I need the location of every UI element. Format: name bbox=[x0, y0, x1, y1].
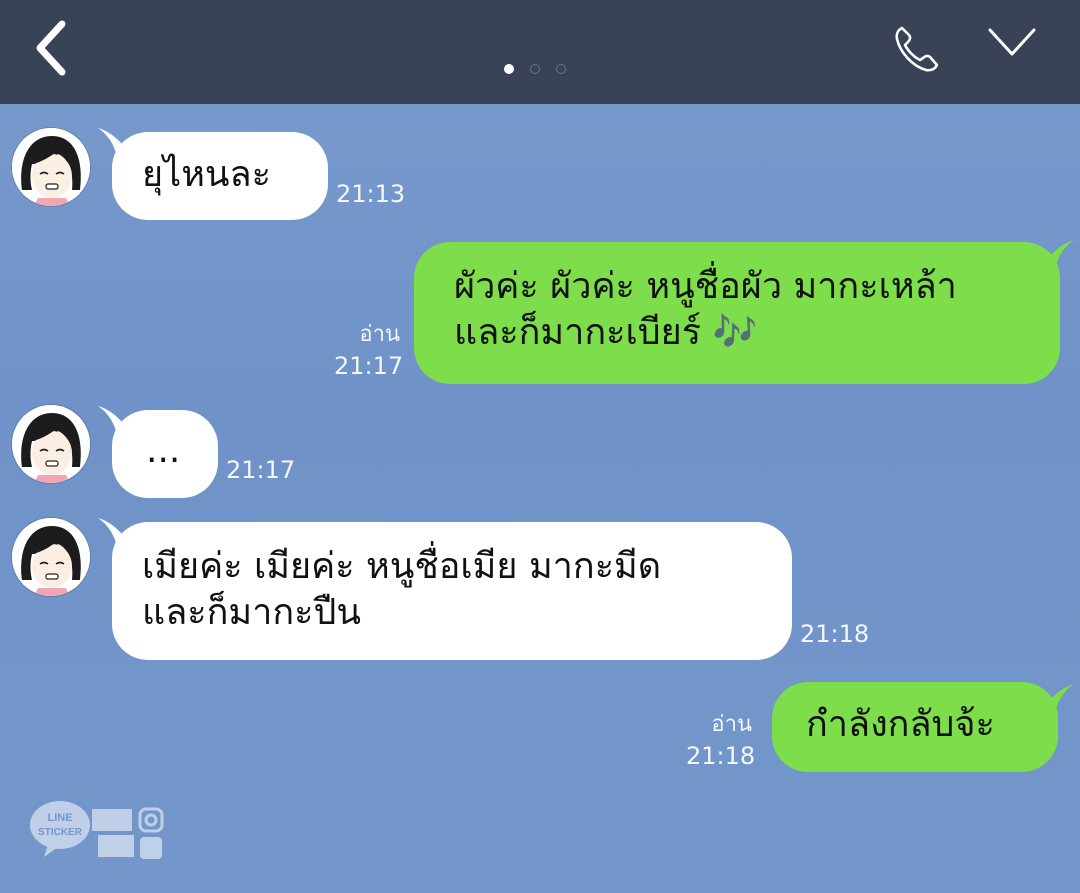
message-time: 21:17 bbox=[334, 352, 404, 380]
message-time: 21:17 bbox=[226, 456, 296, 484]
message-time: 21:18 bbox=[686, 742, 756, 770]
message-text: กำลังกลับจ้ะ bbox=[806, 704, 995, 745]
chevron-down-icon[interactable] bbox=[986, 24, 1038, 60]
avatar-face-icon bbox=[12, 405, 90, 483]
message-text: เมียค่ะ เมียค่ะ หนูชื่อเมีย มากะมีด และก… bbox=[142, 546, 662, 633]
chat-header bbox=[0, 0, 1080, 104]
bubble-tail bbox=[1040, 684, 1074, 724]
read-receipt: อ่าน bbox=[711, 712, 752, 737]
svg-text:LINE: LINE bbox=[47, 812, 72, 824]
message-bubble-outgoing[interactable]: ผัวค่ะ ผัวค่ะ หนูชื่อผัว มากะเหล้า และก็… bbox=[414, 242, 1060, 384]
contact-avatar[interactable] bbox=[12, 518, 90, 596]
contact-avatar[interactable] bbox=[12, 405, 90, 483]
read-receipt: อ่าน bbox=[359, 322, 400, 347]
message-text: ยุไหนละ bbox=[142, 154, 271, 195]
avatar-face-icon bbox=[12, 518, 90, 596]
message-time: 21:18 bbox=[800, 620, 870, 648]
message-time: 21:13 bbox=[336, 180, 406, 208]
page-dot bbox=[530, 64, 540, 74]
message-bubble-incoming[interactable]: ยุไหนละ bbox=[112, 132, 328, 220]
back-arrow-icon[interactable] bbox=[30, 18, 74, 78]
message-bubble-outgoing[interactable]: กำลังกลับจ้ะ bbox=[772, 682, 1058, 772]
bubble-tail bbox=[1040, 240, 1074, 280]
message-text: ผัวค่ะ ผัวค่ะ หนูชื่อผัว มากะเหล้า และก็… bbox=[454, 266, 957, 353]
message-text: ... bbox=[146, 430, 181, 471]
message-bubble-incoming[interactable]: เมียค่ะ เมียค่ะ หนูชื่อเมีย มากะมีด และก… bbox=[112, 522, 792, 660]
page-indicator bbox=[504, 64, 566, 78]
page-dot bbox=[556, 64, 566, 74]
sticker-watermark: LINE STICKER bbox=[28, 795, 198, 865]
message-bubble-incoming[interactable]: ... bbox=[112, 410, 218, 498]
contact-avatar[interactable] bbox=[12, 128, 90, 206]
avatar-face-icon bbox=[12, 128, 90, 206]
page-dot-active bbox=[504, 64, 514, 74]
phone-call-icon[interactable] bbox=[890, 22, 944, 76]
line-sticker-logo-icon: LINE STICKER bbox=[30, 801, 164, 859]
svg-text:STICKER: STICKER bbox=[38, 827, 83, 838]
